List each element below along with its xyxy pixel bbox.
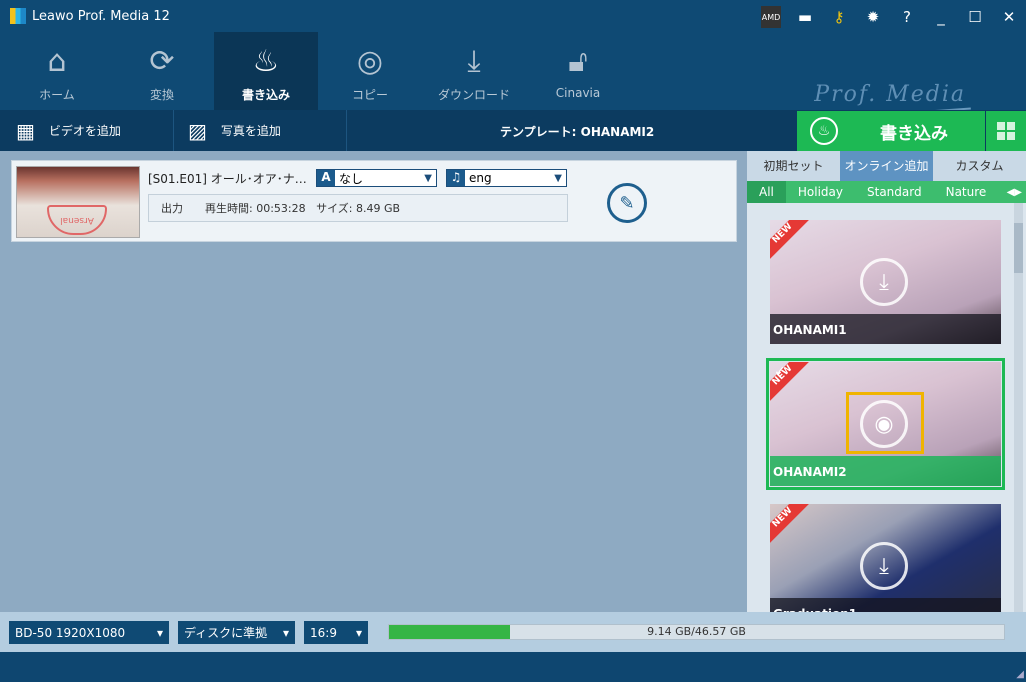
template-card-selected[interactable]: NEW ✓ ◉ OHANAMI2 <box>766 358 1005 490</box>
amd-badge-icon: AMD <box>761 6 781 28</box>
output-label: 出力 <box>161 202 183 215</box>
disc-usage-bar: 9.14 GB/46.57 GB <box>388 624 1005 640</box>
nav-copy[interactable]: ◎ コピー <box>318 32 422 110</box>
film-add-icon: ▦ <box>16 118 35 143</box>
status-bar: BD-50 1920X1080 ▾ ディスクに準拠 ▾ 16:9 ▾ 9.14 GB/… <box>0 612 1026 652</box>
category-all[interactable]: All <box>747 181 786 203</box>
nav-home[interactable]: ⌂ ホーム <box>5 32 109 110</box>
chevron-down-icon: ▼ <box>554 172 562 184</box>
nav-convert[interactable]: ⟳ 変換 <box>110 32 214 110</box>
brand-logo: Prof. Media <box>814 82 966 107</box>
chevron-down-icon: ▼ <box>424 172 432 184</box>
nav-burn[interactable]: ♨ 書き込み <box>214 32 318 110</box>
minimize-icon[interactable]: _ <box>924 6 958 28</box>
new-badge: NEW <box>770 504 811 546</box>
add-video-button[interactable]: ▦ ビデオを追加 <box>0 110 174 151</box>
video-thumbnail: Arsenal <box>16 166 140 238</box>
nav-download[interactable]: ⤓ ダウンロード <box>422 32 526 110</box>
new-badge: NEW <box>770 220 811 262</box>
add-photo-label: 写真を追加 <box>220 124 281 138</box>
template-label: テンプレート: OHANAMI2 <box>500 125 655 139</box>
template-card[interactable]: NEW ⤓ OHANAMI1 <box>770 220 1001 344</box>
app-title: Leawo Prof. Media 12 <box>32 9 170 24</box>
usage-text: 9.14 GB/46.57 GB <box>647 625 746 638</box>
template-card[interactable]: NEW ⤓ Graduation1 <box>770 504 1001 628</box>
disc-type-select[interactable]: BD-50 1920X1080 ▾ <box>9 621 169 644</box>
app-logo-icon <box>10 8 26 24</box>
subtitle-select[interactable]: A なし ▼ <box>316 169 437 187</box>
burn-icon: ♨ <box>252 44 280 79</box>
category-standard[interactable]: Standard <box>855 181 934 203</box>
home-icon: ⌂ <box>47 44 67 79</box>
close-icon[interactable]: ✕ <box>992 6 1026 28</box>
burn-button[interactable]: ♨ 書き込み <box>797 111 985 151</box>
tab-default[interactable]: 初期セット <box>747 151 840 181</box>
preview-eye-icon[interactable]: ◉ <box>860 400 908 448</box>
help-icon[interactable]: ? <box>890 6 924 28</box>
check-icon: ✓ <box>774 364 786 380</box>
audio-select[interactable]: ♫ eng ▼ <box>446 169 567 187</box>
duration-label: 再生時間: <box>205 202 253 215</box>
unlock-icon: 🔓︎ <box>568 44 588 79</box>
nav-label: 書き込み <box>241 88 290 102</box>
aspect-select[interactable]: 16:9 ▾ <box>304 621 368 644</box>
nav-label: Cinavia <box>555 86 601 100</box>
template-name: OHANAMI1 <box>770 314 1001 344</box>
thumb-logo: Arsenal <box>47 205 107 235</box>
scroll-arrows-icon[interactable]: ◀▶ <box>1003 187 1026 198</box>
gear-icon[interactable]: ✹ <box>856 6 890 28</box>
flame-icon: ♨ <box>810 117 838 145</box>
copy-icon: ◎ <box>356 44 384 79</box>
quality-value: ディスクに準拠 <box>184 626 268 640</box>
convert-icon: ⟳ <box>149 44 175 79</box>
main-nav: ⌂ ホーム ⟳ 変換 ♨ 書き込み ◎ コピー ⤓ ダウンロード 🔓︎ Cinavia Pr… <box>0 32 1026 123</box>
category-holiday[interactable]: Holiday <box>786 181 855 203</box>
tab-online[interactable]: オンライン追加 <box>840 151 933 181</box>
subtitle-value: なし <box>339 171 364 186</box>
photo-add-icon: ▨ <box>188 118 207 143</box>
template-name: OHANAMI2 <box>770 456 1001 486</box>
aspect-value: 16:9 <box>310 625 337 640</box>
audio-value: eng <box>469 171 492 185</box>
grid-view-button[interactable] <box>986 111 1026 151</box>
chat-icon[interactable]: ▬ <box>788 6 822 28</box>
burn-label: 書き込み <box>880 123 948 144</box>
video-title: [S01.E01] オール･オア･ナ… <box>148 172 307 186</box>
resize-grip-icon[interactable]: ◢ <box>1016 669 1024 680</box>
maximize-icon[interactable]: ☐ <box>958 6 992 28</box>
tab-custom[interactable]: カスタム <box>933 151 1026 181</box>
key-icon[interactable]: ⚷ <box>822 6 856 28</box>
download-icon[interactable]: ⤓ <box>860 542 908 590</box>
disc-type-value: BD-50 1920X1080 <box>15 625 126 640</box>
add-video-label: ビデオを追加 <box>48 124 121 138</box>
download-icon: ⤓ <box>467 44 481 79</box>
music-icon: ♫ <box>447 170 465 186</box>
film-edit-icon: ✎ <box>619 192 635 214</box>
chevron-down-icon: ▾ <box>355 625 362 640</box>
chevron-down-icon: ▾ <box>282 625 289 640</box>
video-item[interactable]: Arsenal [S01.E01] オール･オア･ナ… A なし ▼ ♫ eng ▼ 出… <box>11 160 737 242</box>
nav-label: 変換 <box>149 88 174 102</box>
chevron-down-icon: ▾ <box>156 625 163 640</box>
duration-value: 00:53:28 <box>256 202 306 215</box>
template-scrollbar[interactable] <box>1014 203 1023 612</box>
add-photo-button[interactable]: ▨ 写真を追加 <box>174 110 347 151</box>
video-info: 出力 再生時間: 00:53:28 サイズ: 8.49 GB <box>148 194 568 222</box>
nav-label: ダウンロード <box>437 88 510 102</box>
category-nature[interactable]: Nature <box>934 181 999 203</box>
template-panel: 初期セット オンライン追加 カスタム All Holiday Standard … <box>747 151 1026 628</box>
size-value: 8.49 GB <box>356 202 401 215</box>
size-label: サイズ: <box>316 202 353 215</box>
nav-label: ホーム <box>39 88 75 102</box>
nav-label: コピー <box>351 88 388 102</box>
edit-video-button[interactable]: ✎ <box>607 183 647 223</box>
quality-select[interactable]: ディスクに準拠 ▾ <box>178 621 295 644</box>
subtitle-icon: A <box>317 170 335 186</box>
download-icon[interactable]: ⤓ <box>860 258 908 306</box>
file-list: Arsenal [S01.E01] オール･オア･ナ… A なし ▼ ♫ eng ▼ 出… <box>0 151 747 612</box>
title-bar: Leawo Prof. Media 12 AMD ▬ ⚷ ✹ ? _ ☐ ✕ <box>0 0 1026 32</box>
nav-cinavia[interactable]: 🔓︎ Cinavia <box>526 32 630 110</box>
